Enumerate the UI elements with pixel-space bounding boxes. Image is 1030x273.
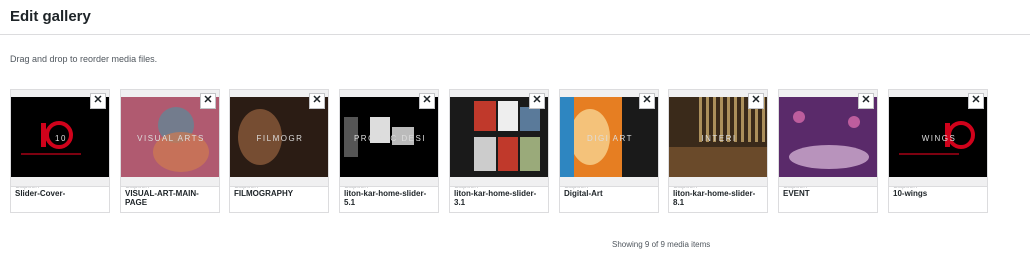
svg-text:DIGI ART: DIGI ART [587,134,633,143]
gallery-tile[interactable]: ✕ FILMOGR Caption FILMOGRAPHY [229,89,329,213]
remove-close-icon[interactable]: ✕ [90,93,106,109]
media-thumbnail[interactable]: WINGS [889,97,987,177]
caption-input[interactable]: Caption VISUAL-ART-MAIN-PAGE [121,186,219,212]
caption-input[interactable]: Caption Digital-Art [560,186,658,212]
gallery-tile[interactable]: ✕ WINGS Caption 10-wings [888,89,988,213]
svg-text:INTERI: INTERI [701,134,736,143]
caption-value: liton-kar-home-slider-5.1 [344,189,427,207]
media-thumbnail[interactable]: INTERI [669,97,767,177]
modal-header: Edit gallery [0,0,1030,35]
gallery-tile[interactable]: ✕ PRODUC DESI Caption liton-kar-home-slider… [339,89,439,213]
thumbnail-image: VISUAL ARTS [121,97,219,177]
gallery-tile[interactable]: ✕ Caption EVENT [778,89,878,213]
caption-value: VISUAL-ART-MAIN-PAGE [125,189,199,207]
caption-value: liton-kar-home-slider-3.1 [454,189,537,207]
caption-input[interactable]: Caption FILMOGRAPHY [230,186,328,212]
svg-text:WINGS: WINGS [922,134,957,143]
media-thumbnail[interactable]: DIGI ART [560,97,658,177]
remove-close-icon[interactable]: ✕ [858,93,874,109]
gallery-tile[interactable]: ✕ DIGI ART Caption Digital-Art [559,89,659,213]
caption-placeholder: Caption [783,186,808,190]
caption-input[interactable]: Caption EVENT [779,186,877,212]
remove-close-icon[interactable]: ✕ [748,93,764,109]
thumbnail-image: INTERI [669,97,767,177]
caption-value: liton-kar-home-slider-8.1 [673,189,756,207]
remove-close-icon[interactable]: ✕ [200,93,216,109]
svg-text:10: 10 [55,134,67,143]
caption-placeholder: Caption [454,186,479,190]
caption-input[interactable]: Caption liton-kar-home-slider-8.1 [669,186,767,212]
media-thumbnail[interactable]: 10 [11,97,109,177]
page-title: Edit gallery [10,8,91,25]
media-thumbnail[interactable]: VISUAL ARTS [121,97,219,177]
caption-input[interactable]: Caption liton-kar-home-slider-3.1 [450,186,548,212]
remove-close-icon[interactable]: ✕ [639,93,655,109]
gallery-tile[interactable]: ✕ Caption liton-kar-home-slider-3.1 [449,89,549,213]
caption-input[interactable]: Caption Slider-Cover- [11,186,109,212]
gallery-tile[interactable]: ✕ INTERI Caption liton-kar-home-slider-8.1 [668,89,768,213]
caption-placeholder: Caption [893,186,918,190]
gallery-grid: ✕ 10 Caption Slider-Cover- ✕ VISUAL ARTS Capti… [10,89,1025,217]
thumbnail-image: FILMOGR [238,109,304,165]
svg-text:VISUAL ARTS: VISUAL ARTS [137,134,205,143]
svg-text:PRODUC DESI: PRODUC DESI [354,134,426,143]
gallery-tile[interactable]: ✕ 10 Caption Slider-Cover- [10,89,110,213]
thumbnail-image [474,101,540,171]
media-thumbnail[interactable]: PRODUC DESI [340,97,438,177]
caption-input[interactable]: Caption liton-kar-home-slider-5.1 [340,186,438,212]
svg-text:FILMOGR: FILMOGR [257,134,304,143]
caption-placeholder: Caption [234,186,259,190]
caption-placeholder: Caption [673,186,698,190]
remove-close-icon[interactable]: ✕ [529,93,545,109]
thumbnail-image: PRODUC DESI [344,117,426,157]
gallery-tile[interactable]: ✕ VISUAL ARTS Caption VISUAL-ART-MAIN-PAGE [120,89,220,213]
thumbnail-image: DIGI ART [560,97,633,177]
media-count-status: Showing 9 of 9 media items [612,240,711,249]
media-thumbnail[interactable] [450,97,548,177]
thumbnail-image [779,97,877,177]
media-thumbnail[interactable]: FILMOGR [230,97,328,177]
thumbnail-image: 10 [21,121,81,155]
thumbnail-image: WINGS [899,121,975,155]
remove-close-icon[interactable]: ✕ [968,93,984,109]
caption-placeholder: Caption [125,186,150,190]
media-thumbnail[interactable] [779,97,877,177]
remove-close-icon[interactable]: ✕ [419,93,435,109]
caption-placeholder: Caption [564,186,589,190]
remove-close-icon[interactable]: ✕ [309,93,325,109]
instructions-text: Drag and drop to reorder media files. [10,54,158,64]
caption-input[interactable]: Caption 10-wings [889,186,987,212]
caption-placeholder: Caption [15,186,40,190]
caption-placeholder: Caption [344,186,369,190]
